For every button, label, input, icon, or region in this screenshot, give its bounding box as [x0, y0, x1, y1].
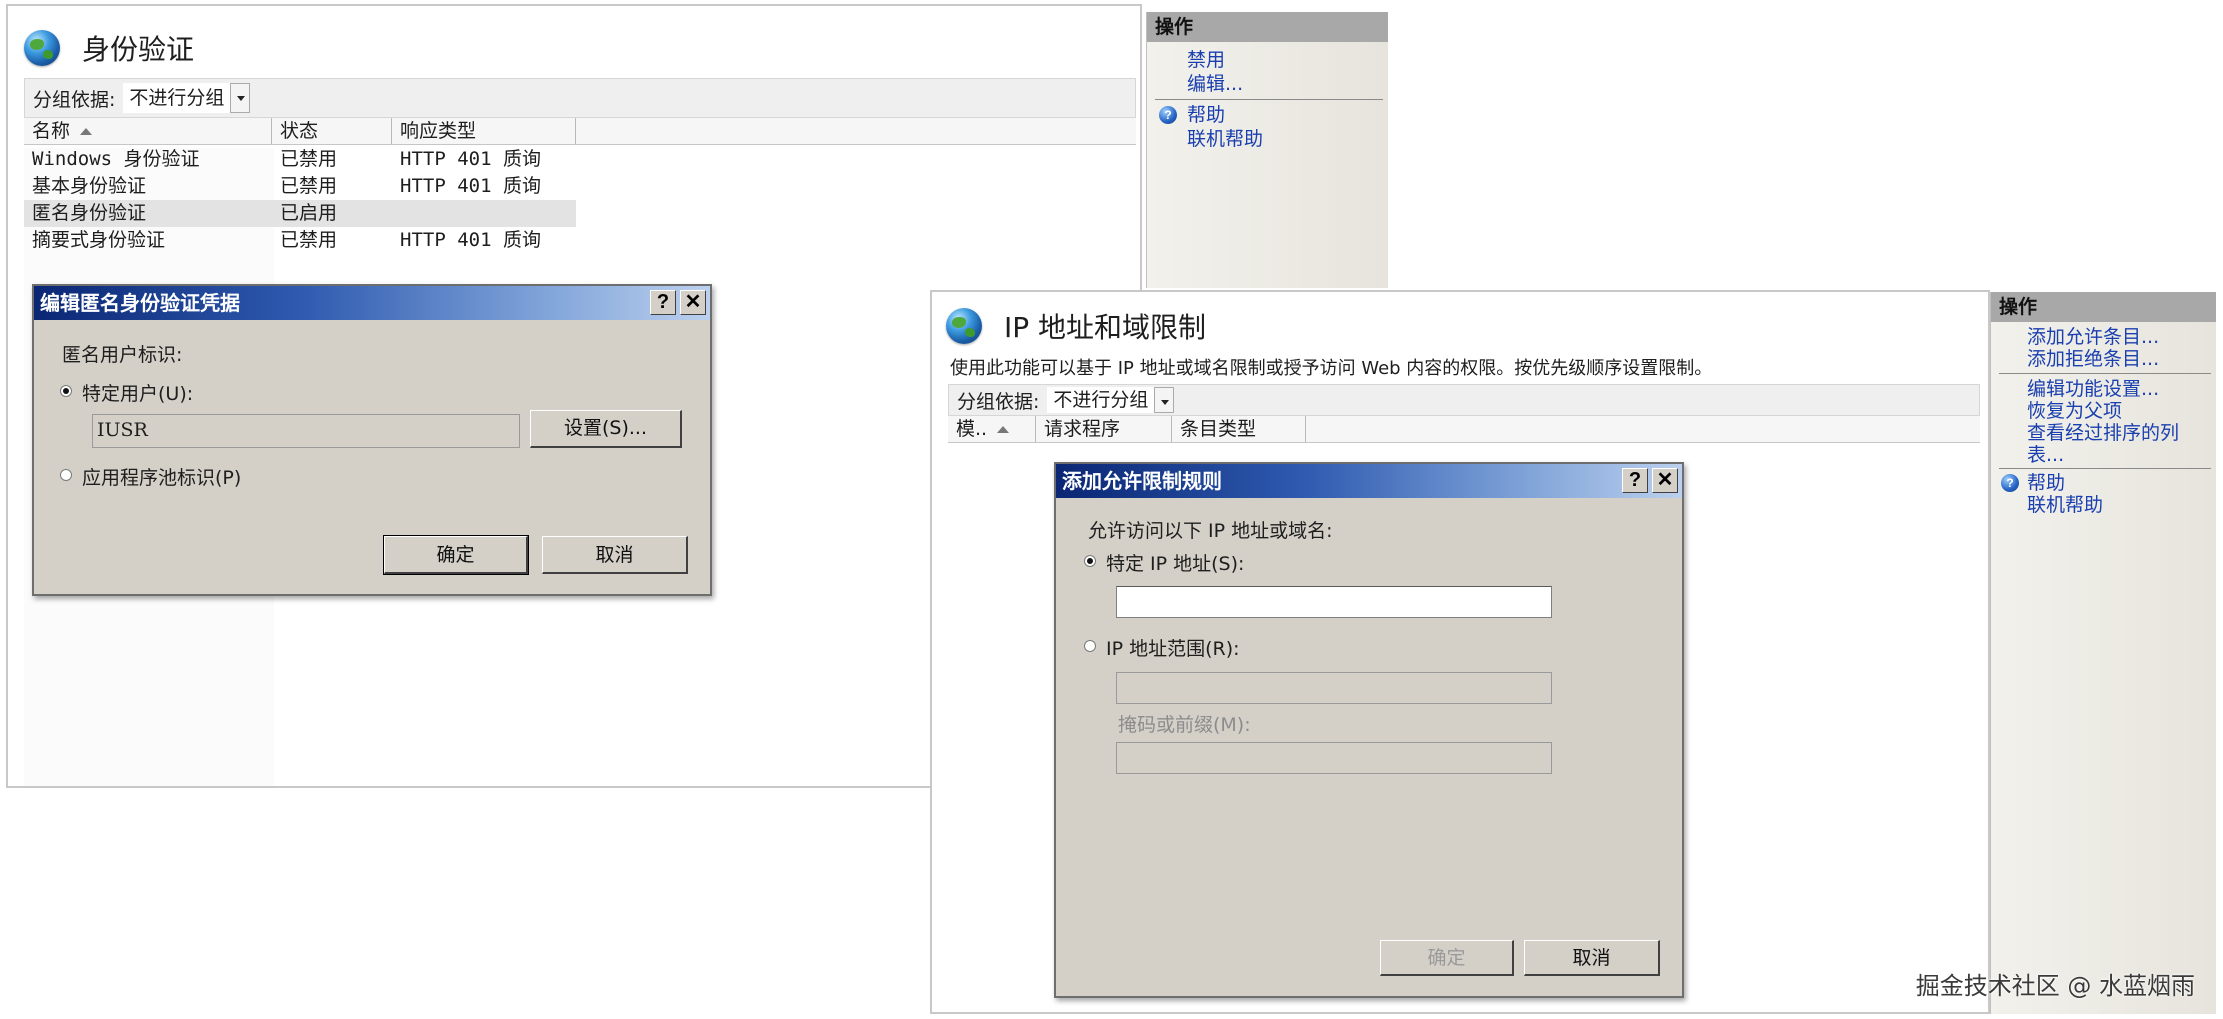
column-header-mode[interactable]: 模.. — [948, 416, 1036, 442]
auth-actions-pane: 操作 禁用 编辑... ? 帮助 联机帮助 — [1146, 12, 1388, 288]
ip-grid-header: 模.. 请求程序 条目类型 — [948, 416, 1980, 443]
mask-prefix-label: 掩码或前缀(M): — [1118, 714, 1251, 736]
ok-button[interactable]: 确定 — [1380, 940, 1514, 976]
allow-access-prompt: 允许访问以下 IP 地址或域名: — [1088, 520, 1333, 542]
column-header-status[interactable]: 状态 — [272, 118, 392, 144]
anonymous-user-identity-label: 匿名用户标识: — [62, 344, 183, 366]
dialog-titlebar: 添加允许限制规则 ? ✕ — [1056, 464, 1682, 498]
chevron-down-icon[interactable] — [230, 83, 251, 113]
group-by-bar: 分组依据: 不进行分组 — [948, 384, 1980, 416]
column-header-response-type[interactable]: 响应类型 — [392, 118, 576, 144]
close-icon[interactable]: ✕ — [1652, 468, 1678, 493]
watermark: 掘金技术社区 @ 水蓝烟雨 — [1915, 972, 2195, 1000]
ip-title-row: IP 地址和域限制 — [946, 306, 1206, 346]
table-row[interactable]: 摘要式身份验证 已禁用 HTTP 401 质询 — [24, 227, 576, 254]
column-header-name[interactable]: 名称 — [24, 118, 272, 144]
dialog-titlebar: 编辑匿名身份验证凭据 ? ✕ — [34, 286, 710, 320]
action-add-allow-entry[interactable]: 添加允许条目... — [2027, 326, 2159, 348]
close-icon[interactable]: ✕ — [680, 290, 706, 315]
specific-user-label: 特定用户(U): — [82, 383, 194, 405]
actions-header: 操作 — [1147, 12, 1388, 42]
group-by-bar: 分组依据: 不进行分组 — [24, 78, 1136, 118]
action-view-ordered-list-cont[interactable]: 表... — [2027, 444, 2064, 466]
specific-ip-radio[interactable] — [1084, 555, 1096, 567]
ip-actions-pane: 操作 添加允许条目... 添加拒绝条目... 编辑功能设置... 恢复为父项 查… — [1990, 292, 2216, 1014]
app-pool-identity-radio[interactable] — [60, 469, 72, 481]
cell-status: 已禁用 — [280, 229, 338, 251]
column-header-requester[interactable]: 请求程序 — [1036, 416, 1172, 442]
cell-name: Windows 身份验证 — [32, 148, 200, 170]
add-allow-rule-dialog: 添加允许限制规则 ? ✕ 允许访问以下 IP 地址或域名: 特定 IP 地址(S… — [1054, 462, 1684, 998]
column-header-filler — [576, 118, 1136, 144]
dialog-title: 添加允许限制规则 — [1062, 469, 1222, 493]
cell-status: 已启用 — [280, 202, 338, 224]
feature-description: 使用此功能可以基于 IP 地址或域名限制或授予访问 Web 内容的权限。按优先级… — [950, 358, 1713, 379]
column-header-entry-type[interactable]: 条目类型 — [1172, 416, 1306, 442]
cell-name: 基本身份验证 — [32, 175, 147, 197]
ip-range-radio[interactable] — [1084, 640, 1096, 652]
sort-ascending-icon — [997, 426, 1010, 433]
table-row[interactable]: 基本身份验证 已禁用 HTTP 401 质询 — [24, 173, 576, 200]
group-by-select[interactable]: 不进行分组 — [1047, 387, 1155, 413]
column-header-filler — [1306, 416, 1980, 442]
dialog-title: 编辑匿名身份验证凭据 — [40, 291, 240, 315]
group-by-label: 分组依据: — [33, 88, 116, 111]
action-view-ordered-list[interactable]: 查看经过排序的列 — [2027, 422, 2179, 444]
action-online-help[interactable]: 联机帮助 — [1187, 128, 1263, 150]
ip-range-label: IP 地址范围(R): — [1106, 638, 1240, 660]
chevron-down-icon[interactable] — [1154, 387, 1175, 413]
specific-ip-label: 特定 IP 地址(S): — [1106, 553, 1245, 575]
page-title: 身份验证 — [82, 33, 195, 66]
action-help[interactable]: 帮助 — [2027, 472, 2065, 494]
globe-icon — [946, 308, 982, 344]
action-help[interactable]: 帮助 — [1187, 104, 1225, 126]
edit-anonymous-credentials-dialog: 编辑匿名身份验证凭据 ? ✕ 匿名用户标识: 特定用户(U): IUSR 设置(… — [32, 284, 712, 596]
action-edit-feature-settings[interactable]: 编辑功能设置... — [2027, 378, 2159, 400]
ip-range-input[interactable] — [1116, 672, 1552, 704]
action-add-deny-entry[interactable]: 添加拒绝条目... — [2027, 348, 2159, 370]
actions-separator — [1999, 373, 2211, 374]
user-field[interactable]: IUSR — [92, 414, 520, 448]
table-row[interactable]: Windows 身份验证 已禁用 HTTP 401 质询 — [24, 146, 576, 173]
group-by-label: 分组依据: — [957, 390, 1040, 413]
help-button[interactable]: ? — [1622, 468, 1648, 493]
mask-prefix-input[interactable] — [1116, 742, 1552, 774]
cancel-button[interactable]: 取消 — [1524, 940, 1660, 976]
cancel-button[interactable]: 取消 — [542, 536, 688, 574]
globe-icon — [24, 30, 60, 66]
actions-separator — [1155, 99, 1383, 100]
sort-ascending-icon — [80, 128, 93, 135]
cell-response: HTTP 401 质询 — [400, 229, 541, 251]
action-edit[interactable]: 编辑... — [1187, 73, 1243, 95]
cell-response: HTTP 401 质询 — [400, 148, 541, 170]
set-user-button[interactable]: 设置(S)... — [530, 410, 682, 448]
auth-title-row: 身份验证 — [24, 28, 194, 68]
action-online-help[interactable]: 联机帮助 — [2027, 494, 2103, 516]
app-pool-identity-label: 应用程序池标识(P) — [82, 467, 242, 489]
cell-name: 摘要式身份验证 — [32, 229, 166, 251]
actions-header: 操作 — [1991, 292, 2216, 322]
action-disable[interactable]: 禁用 — [1187, 49, 1225, 71]
cell-status: 已禁用 — [280, 175, 338, 197]
auth-grid-header: 名称 状态 响应类型 — [24, 118, 1136, 145]
group-by-select[interactable]: 不进行分组 — [123, 83, 231, 113]
help-icon: ? — [1159, 106, 1177, 124]
specific-user-radio[interactable] — [60, 385, 72, 397]
table-row-selected[interactable]: 匿名身份验证 已启用 — [24, 200, 576, 227]
help-button[interactable]: ? — [650, 290, 676, 315]
cell-status: 已禁用 — [280, 148, 338, 170]
actions-separator — [1999, 468, 2211, 469]
cell-response — [392, 200, 576, 227]
cell-name: 匿名身份验证 — [32, 202, 147, 224]
help-icon: ? — [2001, 474, 2019, 492]
specific-ip-input[interactable] — [1116, 586, 1552, 618]
page-title: IP 地址和域限制 — [1004, 311, 1207, 344]
cell-response: HTTP 401 质询 — [400, 175, 541, 197]
ok-button[interactable]: 确定 — [383, 535, 529, 575]
action-revert-to-parent[interactable]: 恢复为父项 — [2027, 400, 2122, 422]
